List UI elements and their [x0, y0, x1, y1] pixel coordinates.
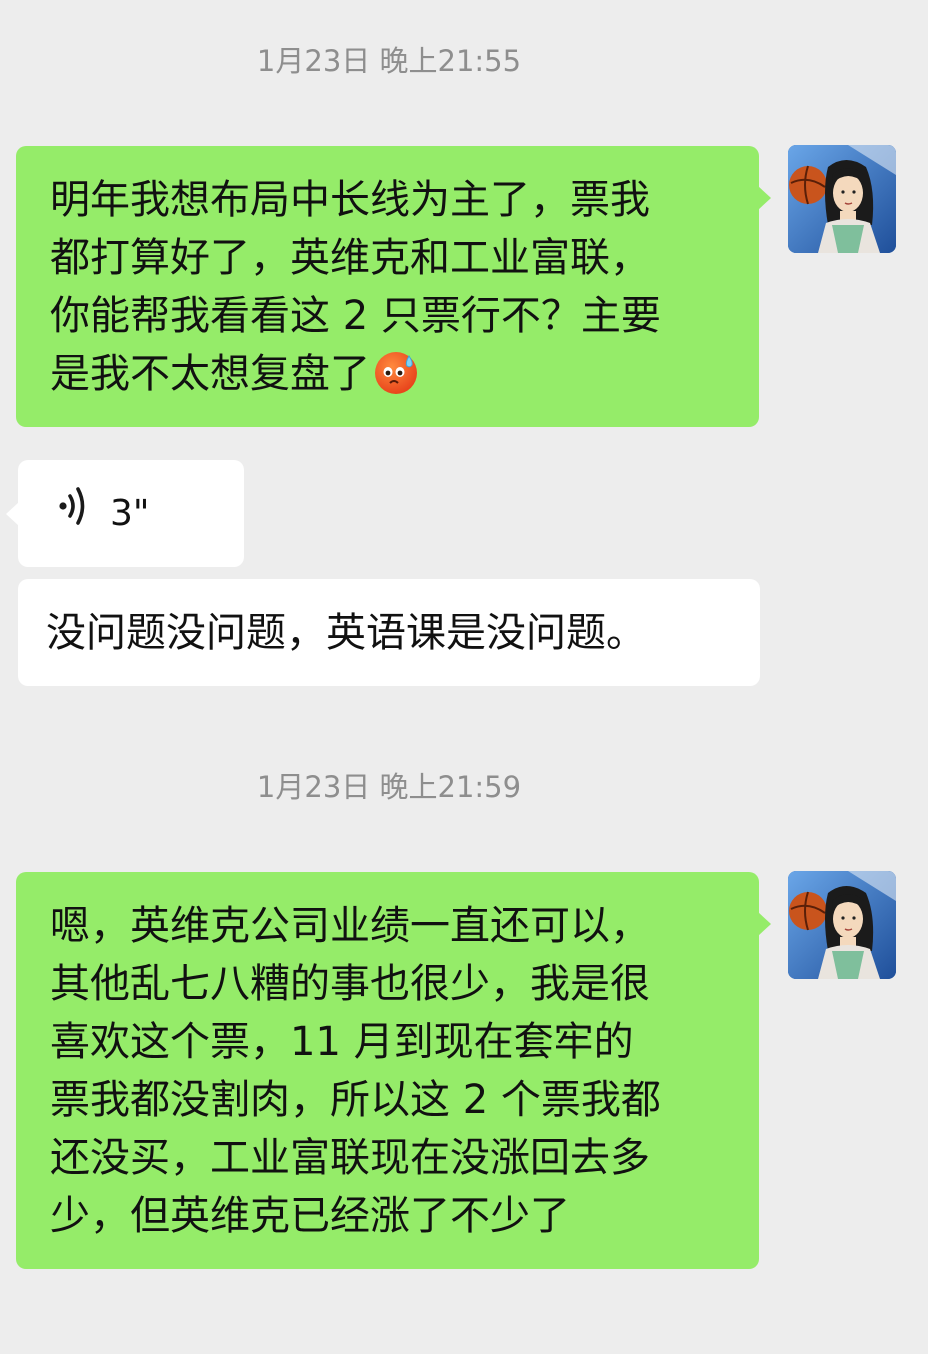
sweat-face-emoji-icon	[372, 348, 420, 396]
message-text: 没问题没问题，英语课是没问题。	[46, 610, 646, 656]
message-line: 喜欢这个票，11 月到现在套牢的	[50, 1019, 634, 1065]
timestamp: 1月23日 晚上21:59	[256, 770, 522, 804]
user-avatar[interactable]	[788, 145, 896, 253]
voice-wave-icon	[56, 482, 92, 546]
voice-duration: 3"	[110, 493, 150, 534]
message-line-text: 是我不太想复盘了	[50, 351, 370, 397]
message-line: 票我都没割肉，所以这 2 个票我都	[50, 1077, 661, 1123]
message-line: 还没买，工业富联现在没涨回去多	[50, 1135, 650, 1181]
message-line: 其他乱七八糟的事也很少，我是很	[50, 961, 650, 1007]
message-line-last: 是我不太想复盘了	[50, 345, 729, 403]
user-avatar[interactable]	[788, 871, 896, 979]
message-line: 嗯，英维克公司业绩一直还可以，	[50, 903, 650, 949]
sent-message-bubble[interactable]: 嗯，英维克公司业绩一直还可以， 其他乱七八糟的事也很少，我是很 喜欢这个票，11…	[16, 872, 771, 1269]
sent-message-bubble[interactable]: 明年我想布局中长线为主了，票我 都打算好了，英维克和工业富联， 你能帮我看看这 …	[16, 146, 771, 427]
message-line: 都打算好了，英维克和工业富联，	[50, 235, 650, 281]
message-line: 少，但英维克已经涨了不少了	[50, 1193, 570, 1239]
voice-message-bubble[interactable]: 3"	[6, 460, 244, 567]
received-message-bubble[interactable]: 没问题没问题，英语课是没问题。	[18, 579, 760, 686]
timestamp: 1月23日 晚上21:55	[256, 44, 522, 78]
message-line: 明年我想布局中长线为主了，票我	[50, 177, 650, 223]
message-line: 你能帮我看看这 2 只票行不？主要	[50, 293, 661, 339]
